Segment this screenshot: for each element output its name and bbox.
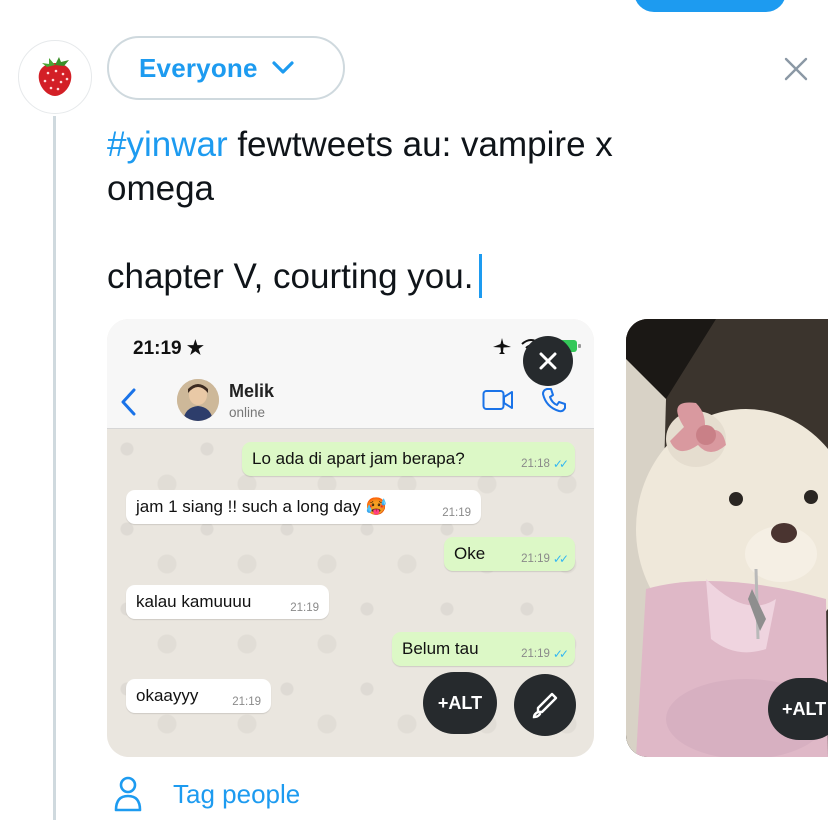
- tweet-line-1: #yinwar fewtweets au: vampire x: [107, 123, 747, 167]
- phone-icon[interactable]: [541, 387, 567, 418]
- star-icon: ★: [186, 338, 204, 359]
- tweet-line-3: chapter V, courting you.: [107, 253, 747, 301]
- airplane-icon: [493, 338, 511, 354]
- message-bubble: Oke 21:19 ✓✓: [444, 537, 575, 571]
- contact-avatar[interactable]: [177, 379, 219, 421]
- back-arrow-icon[interactable]: [119, 387, 139, 422]
- status-time: 21:19 ★: [133, 338, 204, 359]
- contact-name: Melik: [229, 381, 275, 401]
- media-attachment-photo[interactable]: +ALT: [626, 319, 828, 757]
- read-ticks-icon: ✓✓: [552, 457, 569, 471]
- text-cursor: [479, 253, 483, 298]
- tag-people-label: Tag people: [173, 778, 301, 809]
- tweet-line-3-text: chapter V, courting you.: [107, 257, 474, 296]
- post-button-edge[interactable]: [634, 0, 786, 12]
- contact-status: online: [229, 405, 266, 420]
- audience-selector-button[interactable]: Everyone: [107, 36, 345, 100]
- remove-media-button[interactable]: [523, 336, 573, 386]
- edit-media-icon: [532, 692, 558, 719]
- video-call-icon[interactable]: [482, 389, 514, 416]
- chevron-down-icon: [272, 61, 294, 75]
- phone-status-bar: 21:19 ★: [107, 319, 594, 379]
- remove-media-icon: [539, 352, 557, 370]
- message-bubble: kalau kamuuuu 21:19: [126, 585, 329, 619]
- close-icon[interactable]: [780, 53, 812, 85]
- read-ticks-icon: ✓✓: [552, 647, 569, 661]
- thread-line: [53, 116, 56, 820]
- message-bubble: Belum tau 21:19 ✓✓: [392, 632, 575, 666]
- message-bubble: Lo ada di apart jam berapa? 21:18 ✓✓: [242, 442, 575, 476]
- edit-media-button[interactable]: [514, 674, 576, 736]
- add-alt-text-button[interactable]: +ALT: [423, 672, 497, 734]
- person-icon: [114, 776, 142, 812]
- tweet-compose-textarea[interactable]: #yinwar fewtweets au: vampire x omega ch…: [107, 123, 747, 301]
- strawberry-avatar: [38, 57, 72, 96]
- read-ticks-icon: ✓✓: [552, 552, 569, 566]
- add-alt-text-button-2[interactable]: +ALT: [768, 678, 828, 740]
- user-avatar[interactable]: [18, 40, 92, 114]
- media-attachment-chat[interactable]: 21:19 ★ Melik online Lo ada di apart jam…: [107, 319, 594, 757]
- message-bubble: jam 1 siang !! such a long day 🥵 21:19: [126, 490, 481, 524]
- hashtag[interactable]: #yinwar: [107, 125, 228, 164]
- chat-header: Melik online: [107, 379, 594, 429]
- tag-people-button[interactable]: Tag people: [113, 772, 300, 816]
- tweet-line-1-text: fewtweets au: vampire x: [227, 125, 613, 164]
- audience-label: Everyone: [139, 52, 258, 83]
- tweet-line-2: omega: [107, 169, 215, 208]
- message-bubble: okaayyy 21:19: [126, 679, 271, 713]
